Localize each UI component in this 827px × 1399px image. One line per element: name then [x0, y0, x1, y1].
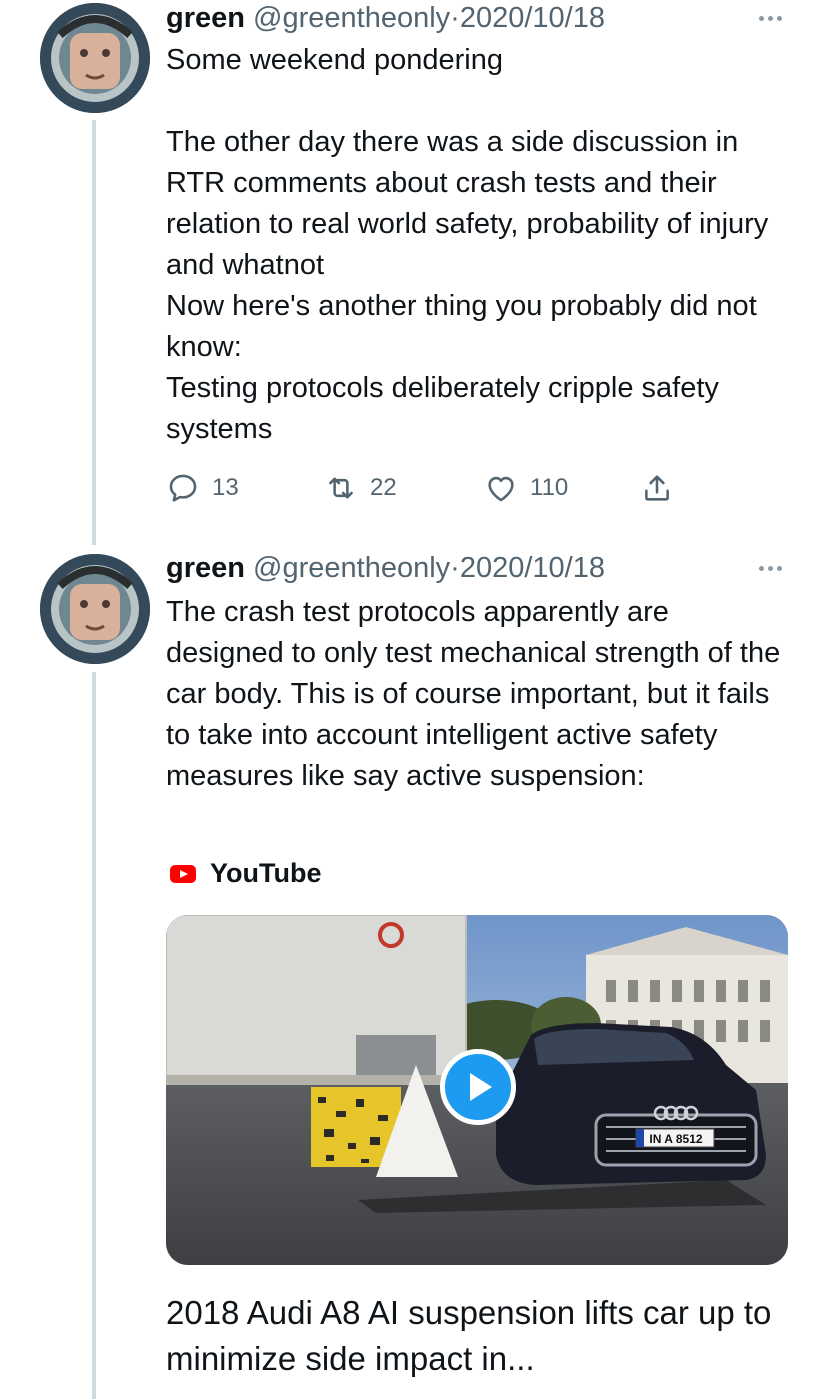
reply-button[interactable]: 13: [166, 468, 239, 508]
play-icon[interactable]: [440, 1049, 516, 1125]
share-icon: [645, 475, 669, 501]
thread-line: [92, 120, 96, 545]
tweet-text: Some weekend pondering The other day the…: [166, 44, 769, 445]
retweet-button[interactable]: 22: [324, 468, 397, 508]
display-name[interactable]: green: [166, 2, 245, 34]
youtube-icon: [170, 864, 196, 883]
share-button[interactable]: [640, 468, 674, 508]
tweet-header: green @greentheonly·2020/10/18: [166, 550, 605, 586]
separator: ·: [450, 2, 460, 34]
like-button[interactable]: 110: [484, 468, 568, 508]
tweet-date[interactable]: 2020/10/18: [460, 2, 605, 34]
card-title[interactable]: 2018 Audi A8 AI suspension lifts car up …: [166, 1290, 791, 1382]
tweet-date[interactable]: 2020/10/18: [460, 552, 605, 584]
separator: ·: [450, 552, 460, 584]
tweet-header: green @greentheonly·2020/10/18: [166, 0, 605, 36]
card-source-label: YouTube: [210, 858, 322, 888]
license-plate: IN A 8512: [649, 1132, 702, 1146]
display-name[interactable]: green: [166, 552, 245, 584]
tweet-actions: 13 22 110: [166, 468, 686, 508]
tweet-text: The crash test protocols apparently are …: [166, 596, 781, 792]
avatar[interactable]: [40, 554, 150, 664]
reply-count: 13: [212, 474, 239, 501]
avatar[interactable]: [40, 3, 150, 113]
handle[interactable]: @greentheonly: [253, 2, 450, 34]
more-icon[interactable]: [753, 8, 787, 28]
thread-line: [92, 672, 96, 1399]
more-icon[interactable]: [753, 558, 787, 578]
like-icon: [488, 476, 514, 502]
video-thumbnail[interactable]: IN A 8512: [166, 915, 788, 1265]
retweet-count: 22: [370, 474, 397, 501]
retweet-icon: [329, 477, 353, 499]
like-count: 110: [530, 474, 569, 501]
reply-icon: [169, 474, 197, 502]
handle[interactable]: @greentheonly: [253, 552, 450, 584]
card-source: YouTube: [170, 858, 321, 889]
